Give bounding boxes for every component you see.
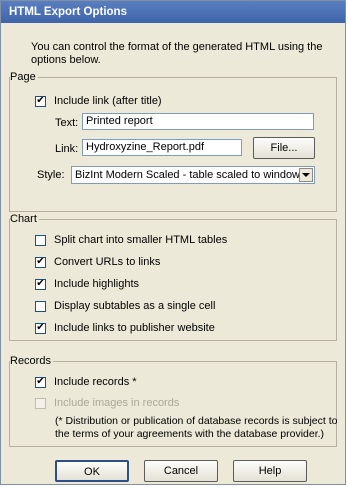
include-records-label: Include records * bbox=[54, 376, 137, 388]
include-images-label: Include images in records bbox=[54, 397, 180, 409]
help-button[interactable]: Help bbox=[233, 460, 307, 482]
cancel-button[interactable]: Cancel bbox=[144, 460, 218, 482]
chevron-down-icon[interactable] bbox=[299, 168, 313, 182]
split-chart-label: Split chart into smaller HTML tables bbox=[54, 234, 228, 246]
records-note: (* Distribution or publication of databa… bbox=[55, 415, 338, 440]
ok-button[interactable]: OK bbox=[55, 460, 129, 482]
publisher-links-label: Include links to publisher website bbox=[54, 322, 215, 334]
include-highlights-checkbox-row[interactable]: Include highlights bbox=[35, 276, 139, 292]
chart-group-label: Chart bbox=[10, 212, 39, 226]
html-export-options-dialog: HTML Export Options You can control the … bbox=[0, 0, 346, 485]
include-images-checkbox-row: Include images in records bbox=[35, 395, 179, 411]
include-highlights-label: Include highlights bbox=[54, 278, 140, 290]
split-chart-checkbox-row[interactable]: Split chart into smaller HTML tables bbox=[35, 232, 227, 248]
text-label: Text: bbox=[55, 117, 79, 129]
convert-urls-checkbox[interactable] bbox=[35, 256, 46, 268]
records-group-label: Records bbox=[10, 354, 53, 368]
window-title: HTML Export Options bbox=[1, 1, 345, 23]
publisher-links-checkbox-row[interactable]: Include links to publisher website bbox=[35, 320, 215, 336]
include-images-checkbox bbox=[35, 397, 46, 409]
display-subtables-checkbox-row[interactable]: Display subtables as a single cell bbox=[35, 298, 215, 314]
include-records-checkbox-row[interactable]: Include records * bbox=[35, 374, 137, 390]
convert-urls-label: Convert URLs to links bbox=[54, 256, 161, 268]
page-group-label: Page bbox=[10, 70, 38, 84]
split-chart-checkbox[interactable] bbox=[35, 234, 46, 246]
publisher-links-checkbox[interactable] bbox=[35, 322, 46, 334]
intro-text: You can control the format of the genera… bbox=[31, 41, 323, 66]
display-subtables-label: Display subtables as a single cell bbox=[54, 300, 216, 312]
link-input[interactable]: Hydroxyzine_Report.pdf bbox=[82, 139, 242, 156]
display-subtables-checkbox[interactable] bbox=[35, 300, 46, 312]
convert-urls-checkbox-row[interactable]: Convert URLs to links bbox=[35, 254, 160, 270]
style-select-value: BizInt Modern Scaled - table scaled to w… bbox=[75, 169, 301, 181]
link-label: Link: bbox=[55, 143, 79, 155]
style-label: Style: bbox=[37, 169, 65, 181]
include-link-checkbox[interactable] bbox=[35, 95, 46, 107]
file-button[interactable]: File... bbox=[253, 137, 315, 159]
include-records-checkbox[interactable] bbox=[35, 376, 46, 388]
include-link-label: Include link (after title) bbox=[54, 95, 162, 107]
style-select[interactable]: BizInt Modern Scaled - table scaled to w… bbox=[71, 166, 315, 184]
include-highlights-checkbox[interactable] bbox=[35, 278, 46, 290]
include-link-checkbox-row[interactable]: Include link (after title) bbox=[35, 93, 162, 109]
text-input[interactable]: Printed report bbox=[82, 113, 314, 130]
